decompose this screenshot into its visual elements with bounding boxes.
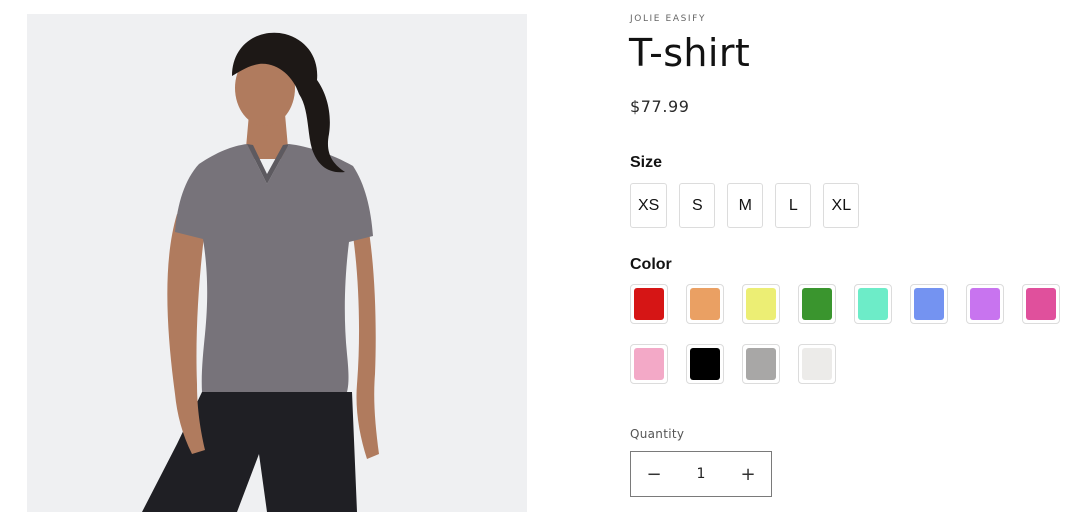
- color-swatch-light-pink[interactable]: [630, 344, 668, 384]
- color-swatch-off-white[interactable]: [798, 344, 836, 384]
- quantity-decrease-button[interactable]: −: [631, 452, 677, 496]
- color-swatch-blue[interactable]: [910, 284, 948, 324]
- color-swatch-fill: [634, 348, 664, 380]
- quantity-input[interactable]: [679, 465, 723, 483]
- color-swatch-fill: [914, 288, 944, 320]
- product-title: T-shirt: [629, 31, 751, 75]
- color-swatch-purple[interactable]: [966, 284, 1004, 324]
- quantity-increase-button[interactable]: +: [725, 452, 771, 496]
- quantity-label: Quantity: [630, 427, 685, 441]
- product-image[interactable]: [27, 14, 527, 512]
- size-options: XS S M L XL: [630, 183, 860, 228]
- color-swatch-black[interactable]: [686, 344, 724, 384]
- color-swatch-fill: [1026, 288, 1056, 320]
- color-swatch-fill: [634, 288, 664, 320]
- color-swatch-green[interactable]: [798, 284, 836, 324]
- color-swatch-fill: [690, 348, 720, 380]
- size-option-l[interactable]: L: [775, 183, 812, 228]
- size-option-m[interactable]: M: [727, 183, 764, 228]
- color-swatch-fill: [802, 288, 832, 320]
- color-swatch-pink[interactable]: [1022, 284, 1060, 324]
- color-swatch-fill: [970, 288, 1000, 320]
- size-label: Size: [630, 154, 663, 171]
- color-swatch-fill: [746, 348, 776, 380]
- color-swatch-orange[interactable]: [686, 284, 724, 324]
- color-swatch-fill: [746, 288, 776, 320]
- color-label: Color: [630, 256, 672, 273]
- size-option-xl[interactable]: XL: [823, 183, 860, 228]
- size-option-s[interactable]: S: [679, 183, 716, 228]
- product-price: $77.99: [630, 97, 690, 116]
- color-swatch-fill: [858, 288, 888, 320]
- color-swatch-fill: [690, 288, 720, 320]
- product-page: JOLIE EASIFY T-shirt $77.99 Size XS S M …: [0, 0, 1083, 512]
- color-swatch-fill: [802, 348, 832, 380]
- product-vendor: JOLIE EASIFY: [630, 14, 707, 24]
- size-option-xs[interactable]: XS: [630, 183, 668, 228]
- color-swatch-gray[interactable]: [742, 344, 780, 384]
- quantity-stepper: − +: [630, 451, 772, 497]
- color-swatches: [630, 284, 1070, 384]
- color-swatch-red[interactable]: [630, 284, 668, 324]
- color-swatch-mint[interactable]: [854, 284, 892, 324]
- model-illustration: [142, 32, 379, 512]
- color-swatch-yellow[interactable]: [742, 284, 780, 324]
